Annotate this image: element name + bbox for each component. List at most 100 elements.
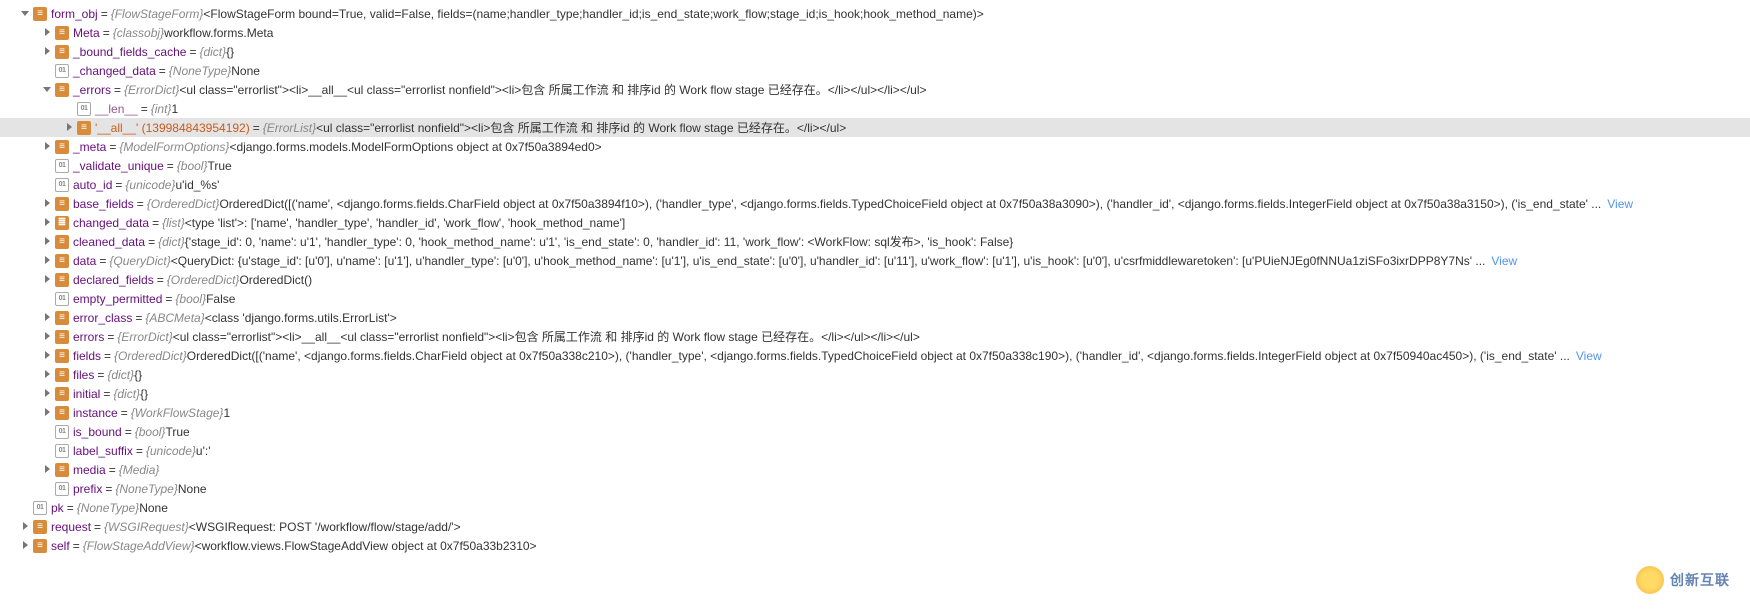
tree-row[interactable]: request = {WSGIRequest} <WSGIRequest: PO… — [0, 517, 1750, 536]
tree-row[interactable]: initial = {dict} {} — [0, 384, 1750, 403]
tree-row[interactable]: empty_permitted = {bool} False — [0, 289, 1750, 308]
tree-row[interactable]: _meta = {ModelFormOptions} <django.forms… — [0, 137, 1750, 156]
tree-row[interactable]: changed_data = {list} <type 'list'>: ['n… — [0, 213, 1750, 232]
chevron-down-icon[interactable] — [20, 8, 32, 20]
chevron-right-icon[interactable] — [42, 27, 54, 39]
variable-type: {FlowStageForm} — [111, 7, 204, 21]
tree-row[interactable]: base_fields = {OrderedDict} OrderedDict(… — [0, 194, 1750, 213]
variable-type: {ModelFormOptions} — [119, 140, 229, 154]
primitive-icon — [55, 159, 69, 173]
tree-row[interactable]: _bound_fields_cache = {dict} {} — [0, 42, 1750, 61]
equals-sign: = — [109, 463, 116, 477]
chevron-right-icon[interactable] — [42, 274, 54, 286]
tree-row[interactable]: prefix = {NoneType} None — [0, 479, 1750, 498]
equals-sign: = — [105, 482, 112, 496]
object-icon — [77, 121, 91, 135]
object-icon — [55, 45, 69, 59]
variable-value: <WSGIRequest: POST '/workflow/flow/stage… — [189, 520, 461, 534]
chevron-right-icon[interactable] — [42, 141, 54, 153]
chevron-right-icon[interactable] — [42, 217, 54, 229]
variable-type: {int} — [151, 102, 172, 116]
tree-row[interactable]: self = {FlowStageAddView} <workflow.view… — [0, 536, 1750, 555]
variables-tree[interactable]: form_obj = {FlowStageForm} <FlowStageFor… — [0, 0, 1750, 559]
variable-name: files — [73, 368, 94, 382]
variable-name: _meta — [73, 140, 106, 154]
chevron-right-icon[interactable] — [42, 331, 54, 343]
chevron-down-icon[interactable] — [42, 84, 54, 96]
equals-sign: = — [121, 406, 128, 420]
chevron-right-icon[interactable] — [42, 350, 54, 362]
tree-row[interactable]: auto_id = {unicode} u'id_%s' — [0, 175, 1750, 194]
tree-row[interactable]: pk = {NoneType} None — [0, 498, 1750, 517]
chevron-right-icon[interactable] — [42, 46, 54, 58]
tree-row[interactable]: label_suffix = {unicode} u':' — [0, 441, 1750, 460]
tree-row[interactable]: files = {dict} {} — [0, 365, 1750, 384]
tree-row[interactable]: instance = {WorkFlowStage} 1 — [0, 403, 1750, 422]
tree-row[interactable]: _changed_data = {NoneType} None — [0, 61, 1750, 80]
variable-name: cleaned_data — [73, 235, 145, 249]
tree-row[interactable]: '__all__' (139984843954192) = {ErrorList… — [0, 118, 1750, 137]
tree-row[interactable]: media = {Media} — [0, 460, 1750, 479]
variable-type: {WorkFlowStage} — [131, 406, 224, 420]
object-icon — [55, 368, 69, 382]
variable-type: {FlowStageAddView} — [83, 539, 195, 553]
variable-value: OrderedDict() — [239, 273, 312, 287]
chevron-right-icon[interactable] — [42, 369, 54, 381]
chevron-right-icon[interactable] — [42, 464, 54, 476]
tree-row[interactable]: data = {QueryDict} <QueryDict: {u'stage_… — [0, 251, 1750, 270]
variable-name: empty_permitted — [73, 292, 162, 306]
object-icon — [55, 83, 69, 97]
variable-type: {dict} — [199, 45, 226, 59]
variable-name: self — [51, 539, 70, 553]
object-icon — [55, 235, 69, 249]
variable-name: label_suffix — [73, 444, 133, 458]
object-icon — [55, 140, 69, 154]
tree-row[interactable]: declared_fields = {OrderedDict} OrderedD… — [0, 270, 1750, 289]
chevron-right-icon[interactable] — [20, 521, 32, 533]
chevron-right-icon[interactable] — [20, 540, 32, 552]
variable-type: {OrderedDict} — [114, 349, 187, 363]
variable-value: <class 'django.forms.utils.ErrorList'> — [205, 311, 397, 325]
chevron-right-icon[interactable] — [42, 255, 54, 267]
chevron-right-icon[interactable] — [64, 122, 76, 134]
chevron-right-icon[interactable] — [42, 407, 54, 419]
object-icon — [33, 520, 47, 534]
chevron-right-icon[interactable] — [42, 388, 54, 400]
object-icon — [55, 349, 69, 363]
variable-name: initial — [73, 387, 100, 401]
equals-sign: = — [101, 7, 108, 21]
variable-type: {unicode} — [125, 178, 175, 192]
tree-row[interactable]: Meta = {classobj} workflow.forms.Meta — [0, 23, 1750, 42]
equals-sign: = — [165, 292, 172, 306]
variable-name: _errors — [73, 83, 111, 97]
tree-row[interactable]: _errors = {ErrorDict} <ul class="errorli… — [0, 80, 1750, 99]
equals-sign: = — [141, 102, 148, 116]
tree-row[interactable]: __len__ = {int} 1 — [0, 99, 1750, 118]
variable-name: __len__ — [95, 102, 138, 116]
tree-row[interactable]: errors = {ErrorDict} <ul class="errorlis… — [0, 327, 1750, 346]
variable-name: auto_id — [73, 178, 112, 192]
view-link[interactable]: View — [1607, 197, 1633, 211]
variable-name: media — [73, 463, 106, 477]
primitive-icon — [55, 482, 69, 496]
variable-name: pk — [51, 501, 64, 515]
variable-name: _validate_unique — [73, 159, 164, 173]
object-icon — [55, 463, 69, 477]
equals-sign: = — [152, 216, 159, 230]
chevron-right-icon[interactable] — [42, 236, 54, 248]
equals-sign: = — [114, 83, 121, 97]
tree-row[interactable]: _validate_unique = {bool} True — [0, 156, 1750, 175]
tree-row[interactable]: error_class = {ABCMeta} <class 'django.f… — [0, 308, 1750, 327]
tree-row[interactable]: fields = {OrderedDict} OrderedDict([('na… — [0, 346, 1750, 365]
chevron-right-icon[interactable] — [42, 198, 54, 210]
view-link[interactable]: View — [1576, 349, 1602, 363]
variable-value: OrderedDict([('name', <django.forms.fiel… — [219, 197, 1601, 211]
variable-type: {dict} — [158, 235, 185, 249]
tree-row[interactable]: form_obj = {FlowStageForm} <FlowStageFor… — [0, 4, 1750, 23]
tree-row[interactable]: is_bound = {bool} True — [0, 422, 1750, 441]
view-link[interactable]: View — [1491, 254, 1517, 268]
tree-row[interactable]: cleaned_data = {dict} {'stage_id': 0, 'n… — [0, 232, 1750, 251]
equals-sign: = — [137, 197, 144, 211]
object-icon — [55, 387, 69, 401]
chevron-right-icon[interactable] — [42, 312, 54, 324]
